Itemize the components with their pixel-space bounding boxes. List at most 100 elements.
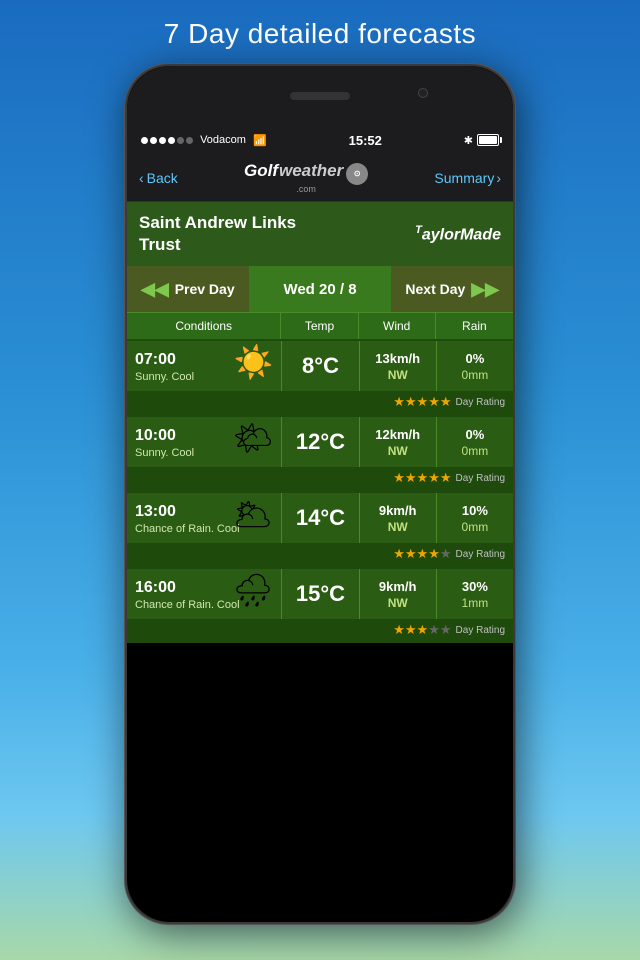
summary-chevron-icon: › bbox=[496, 170, 501, 186]
rain-mm: 0mm bbox=[462, 368, 489, 382]
bluetooth-icon: ✱ bbox=[464, 134, 473, 147]
battery-indicator bbox=[477, 134, 499, 146]
logo-golf-text: Golf bbox=[244, 162, 278, 179]
rating-row: ★★★★★ Day Rating bbox=[127, 391, 513, 415]
table-row: 10:00 Sunny. Cool 🌤 12°C 12km/h NW 0% 0m… bbox=[127, 415, 513, 467]
sponsor-logo: TaylorMade bbox=[415, 224, 501, 244]
prev-day-label: Prev Day bbox=[175, 281, 235, 297]
nav-bar: ‹ Back Golf weather ⊙ .com Summary › bbox=[127, 154, 513, 202]
header-temp: Temp bbox=[281, 313, 358, 339]
rain-cell: 30% 1mm bbox=[436, 569, 513, 619]
weather-icon: 🌥 bbox=[233, 495, 274, 533]
table-row: 16:00 Chance of Rain. Cool 🌧 15°C 9km/h … bbox=[127, 567, 513, 619]
rating-row: ★★★★★ Day Rating bbox=[127, 543, 513, 567]
star-rating: ★★★★★ bbox=[393, 394, 451, 410]
wifi-icon: 📶 bbox=[253, 134, 267, 147]
page-title: 7 Day detailed forecasts bbox=[164, 0, 476, 64]
header-conditions: Conditions bbox=[127, 313, 281, 339]
weather-icon: ☀️ bbox=[234, 343, 274, 381]
rain-pct: 30% bbox=[462, 579, 488, 594]
rain-cell: 0% 0mm bbox=[436, 341, 513, 391]
rain-cell: 10% 0mm bbox=[436, 493, 513, 543]
day-rating-label: Day Rating bbox=[456, 473, 505, 484]
signal-dot-4 bbox=[168, 137, 175, 144]
conditions-cell: 13:00 Chance of Rain. Cool 🌥 bbox=[127, 493, 281, 543]
summary-label: Summary bbox=[434, 170, 494, 186]
signal-dot-6 bbox=[186, 137, 193, 144]
prev-day-button[interactable]: ◀◀ Prev Day bbox=[127, 266, 249, 312]
phone-top-bar bbox=[127, 66, 513, 126]
status-time: 15:52 bbox=[349, 133, 382, 148]
weather-icon: 🌧 bbox=[233, 571, 274, 609]
rain-mm: 0mm bbox=[462, 520, 489, 534]
star-rating: ★★★★★ bbox=[393, 622, 451, 638]
current-date: Wed 20 / 8 bbox=[249, 281, 392, 298]
wind-cell: 9km/h NW bbox=[359, 569, 436, 619]
rain-mm: 1mm bbox=[462, 596, 489, 610]
summary-button[interactable]: Summary › bbox=[434, 170, 501, 186]
next-day-button[interactable]: Next Day ▶▶ bbox=[391, 266, 513, 312]
wind-cell: 13km/h NW bbox=[359, 341, 436, 391]
signal-dot-1 bbox=[141, 137, 148, 144]
table-row: 13:00 Chance of Rain. Cool 🌥 14°C 9km/h … bbox=[127, 491, 513, 543]
wind-dir: NW bbox=[388, 444, 408, 458]
rain-mm: 0mm bbox=[462, 444, 489, 458]
rain-pct: 0% bbox=[465, 351, 484, 366]
header-rain: Rain bbox=[436, 313, 513, 339]
logo-domain: .com bbox=[296, 185, 316, 194]
day-navigation: ◀◀ Prev Day Wed 20 / 8 Next Day ▶▶ bbox=[127, 266, 513, 312]
content-area: 07:00 Sunny. Cool ☀️ 8°C 13km/h NW 0% 0m… bbox=[127, 339, 513, 643]
phone-screen: Vodacom 📶 15:52 ✱ ‹ Back Golf weath bbox=[127, 66, 513, 922]
conditions-cell: 10:00 Sunny. Cool 🌤 bbox=[127, 417, 281, 467]
wind-dir: NW bbox=[388, 596, 408, 610]
next-arrow-icon: ▶▶ bbox=[471, 279, 499, 300]
next-day-label: Next Day bbox=[405, 281, 465, 297]
back-chevron-icon: ‹ bbox=[139, 170, 144, 186]
wind-cell: 9km/h NW bbox=[359, 493, 436, 543]
rating-row: ★★★★★ Day Rating bbox=[127, 467, 513, 491]
rain-pct: 10% bbox=[462, 503, 488, 518]
phone-speaker bbox=[290, 92, 350, 100]
prev-arrow-icon: ◀◀ bbox=[141, 279, 169, 300]
wind-dir: NW bbox=[388, 368, 408, 382]
course-name: Saint Andrew LinksTrust bbox=[139, 212, 296, 256]
wind-dir: NW bbox=[388, 520, 408, 534]
star-rating: ★★★★★ bbox=[393, 470, 451, 486]
phone-camera bbox=[418, 88, 428, 98]
temp-cell: 8°C bbox=[281, 341, 358, 391]
temp-cell: 14°C bbox=[281, 493, 358, 543]
wind-speed: 9km/h bbox=[379, 503, 417, 518]
table-header: Conditions Temp Wind Rain bbox=[127, 312, 513, 339]
rain-pct: 0% bbox=[465, 427, 484, 442]
back-button[interactable]: ‹ Back bbox=[139, 170, 178, 186]
weather-icon: 🌤 bbox=[233, 419, 274, 457]
logo-weather-text: weather bbox=[279, 162, 343, 179]
day-rating-label: Day Rating bbox=[456, 397, 505, 408]
status-bar: Vodacom 📶 15:52 ✱ bbox=[127, 126, 513, 154]
signal-dot-5 bbox=[177, 137, 184, 144]
conditions-cell: 16:00 Chance of Rain. Cool 🌧 bbox=[127, 569, 281, 619]
sponsor-t: T bbox=[415, 224, 422, 236]
wind-speed: 13km/h bbox=[375, 351, 420, 366]
conditions-cell: 07:00 Sunny. Cool ☀️ bbox=[127, 341, 281, 391]
signal-dot-2 bbox=[150, 137, 157, 144]
back-label: Back bbox=[147, 170, 178, 186]
phone-device: Vodacom 📶 15:52 ✱ ‹ Back Golf weath bbox=[125, 64, 515, 924]
status-right: ✱ bbox=[464, 134, 499, 147]
wind-cell: 12km/h NW bbox=[359, 417, 436, 467]
status-left: Vodacom 📶 bbox=[141, 134, 267, 147]
course-header: Saint Andrew LinksTrust TaylorMade bbox=[127, 202, 513, 266]
logo-circle: ⊙ bbox=[346, 163, 368, 185]
day-rating-label: Day Rating bbox=[456, 549, 505, 560]
signal-dot-3 bbox=[159, 137, 166, 144]
temp-cell: 15°C bbox=[281, 569, 358, 619]
rating-row: ★★★★★Day Rating bbox=[127, 619, 513, 643]
battery-fill bbox=[479, 136, 497, 144]
wind-speed: 12km/h bbox=[375, 427, 420, 442]
table-row: 07:00 Sunny. Cool ☀️ 8°C 13km/h NW 0% 0m… bbox=[127, 339, 513, 391]
app-logo: Golf weather ⊙ .com bbox=[244, 162, 368, 194]
temp-cell: 12°C bbox=[281, 417, 358, 467]
rain-cell: 0% 0mm bbox=[436, 417, 513, 467]
star-rating: ★★★★★ bbox=[393, 546, 451, 562]
wind-speed: 9km/h bbox=[379, 579, 417, 594]
